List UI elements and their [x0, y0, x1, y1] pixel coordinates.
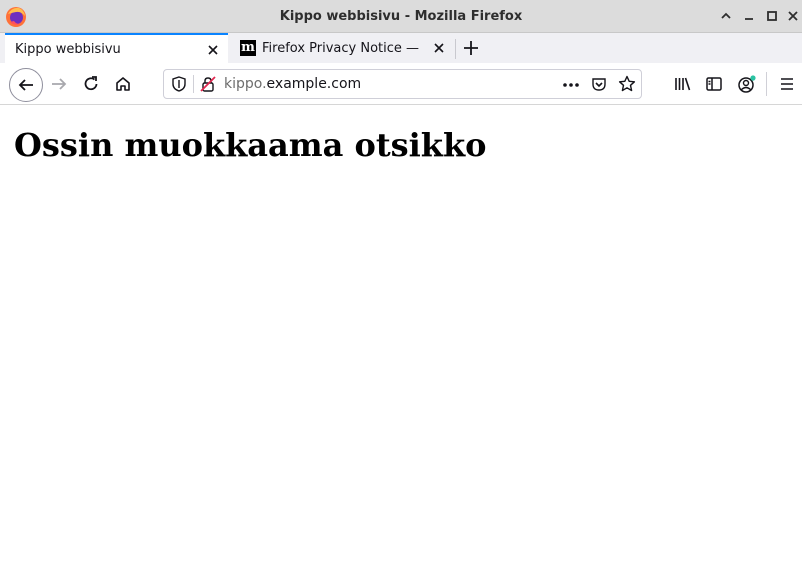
home-icon[interactable]: [114, 75, 132, 93]
menu-icon[interactable]: [779, 75, 795, 93]
close-tab-icon[interactable]: [206, 43, 220, 57]
insecure-lock-icon[interactable]: [200, 76, 216, 96]
forward-icon[interactable]: [50, 75, 68, 93]
url-divider: [193, 75, 194, 93]
tab-kippo[interactable]: Kippo webbisivu: [5, 33, 228, 63]
close-tab-icon[interactable]: [432, 41, 446, 55]
url-subdomain: kippo.: [224, 76, 267, 92]
library-icon[interactable]: [674, 75, 692, 93]
sidebar-icon[interactable]: [705, 75, 723, 93]
tab-privacy-notice[interactable]: m Firefox Privacy Notice —: [232, 33, 454, 63]
chevron-up-icon[interactable]: [719, 9, 733, 23]
new-tab-icon[interactable]: [462, 39, 480, 57]
tab-label: Kippo webbisivu: [15, 41, 121, 57]
url-text[interactable]: kippo.example.com: [224, 76, 361, 92]
account-icon[interactable]: [736, 74, 756, 94]
navigation-toolbar: kippo.example.com: [0, 63, 802, 105]
page-heading: Ossin muokkaama otsikko: [14, 126, 487, 164]
tab-strip: Kippo webbisivu m Firefox Privacy Notice…: [0, 33, 802, 63]
window-titlebar: Kippo webbisivu - Mozilla Firefox: [0, 0, 802, 33]
maximize-icon[interactable]: [765, 9, 779, 23]
tab-label: Firefox Privacy Notice —: [262, 40, 420, 56]
tab-separator: [455, 39, 456, 59]
window-title: Kippo webbisivu - Mozilla Firefox: [279, 9, 523, 24]
pocket-icon[interactable]: [591, 76, 607, 96]
close-window-icon[interactable]: [786, 9, 800, 23]
back-icon[interactable]: [9, 68, 43, 102]
url-bar[interactable]: kippo.example.com: [163, 69, 642, 99]
minimize-icon[interactable]: [742, 9, 756, 23]
toolbar-divider: [766, 72, 767, 96]
page-content: Ossin muokkaama otsikko: [0, 106, 802, 565]
bookmark-star-icon[interactable]: [618, 75, 636, 97]
reload-icon[interactable]: [82, 75, 100, 93]
shield-icon[interactable]: [171, 76, 187, 96]
page-actions-icon[interactable]: [562, 77, 580, 96]
mozilla-favicon-icon: m: [240, 40, 256, 56]
url-host: example.com: [266, 76, 362, 92]
